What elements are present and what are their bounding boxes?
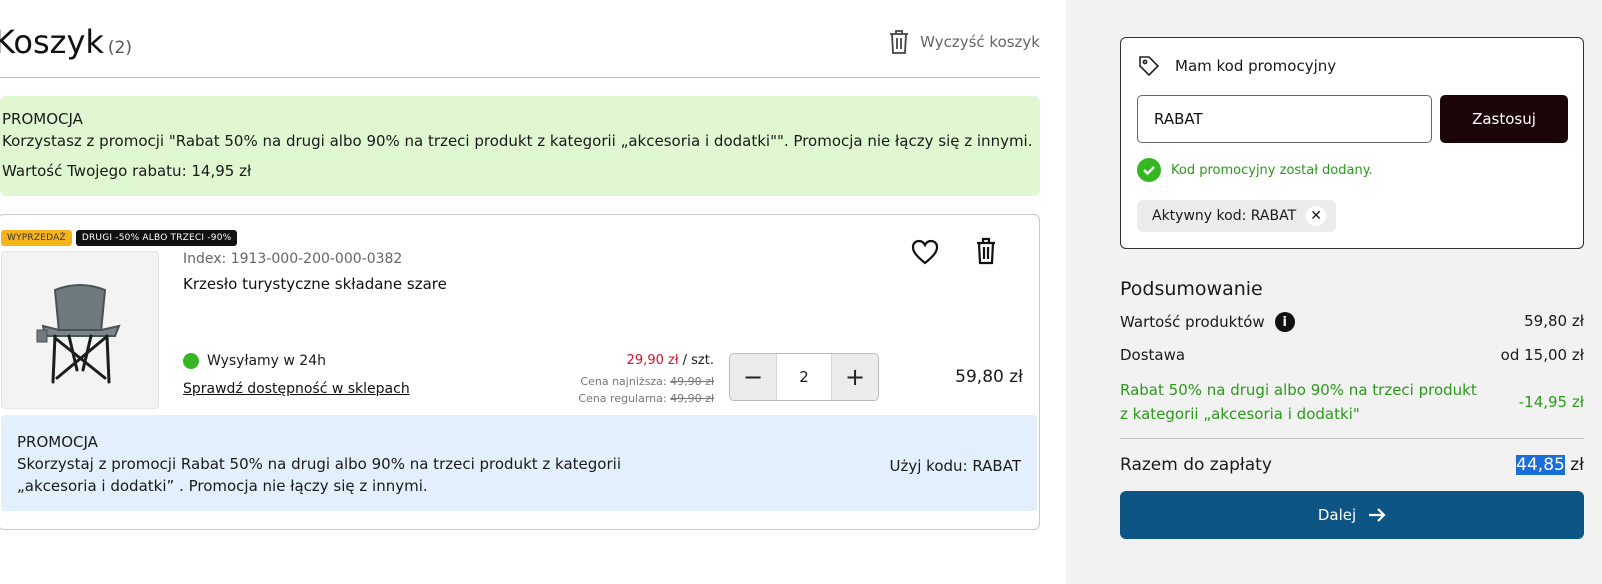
cart-title-text: Koszyk	[0, 23, 104, 61]
product-image[interactable]	[1, 251, 159, 409]
unit-price-value: 29,90 zł	[626, 353, 679, 368]
products-value-label: Wartość produktów	[1120, 313, 1265, 331]
info-icon[interactable]: i	[1274, 312, 1295, 332]
item-promotion-banner: PROMOCJA Skorzystaj z promocji Rabat 50%…	[1, 415, 1037, 511]
arrow-right-icon	[1369, 508, 1386, 522]
discount-label: Rabat 50% na drugi albo 90% na trzeci pr…	[1120, 381, 1477, 423]
quantity-value[interactable]: 2	[776, 354, 832, 400]
cart-item: WYPRZEDAŻ DRUGI -50% ALBO TRZECI -90% In…	[0, 214, 1040, 530]
order-summary: Podsumowanie Wartość produktów i 59,80 zł…	[1120, 278, 1584, 539]
total-label: Razem do zapłaty	[1120, 455, 1272, 475]
page-title: Koszyk (2)	[0, 22, 132, 68]
next-button[interactable]: Dalej	[1120, 491, 1584, 539]
tag-icon	[1139, 56, 1160, 77]
quantity-stepper: − 2 +	[729, 353, 879, 401]
shipping-text: Wysyłamy w 24h	[207, 353, 326, 369]
summary-title: Podsumowanie	[1120, 278, 1263, 300]
lowest-price-label: Cena najniższa:	[580, 375, 667, 388]
total-currency: zł	[1564, 455, 1584, 475]
cart-page: Koszyk (2) Wyczyść koszyk PROMOCJA Korzys…	[0, 0, 1602, 584]
total-row: Razem do zapłaty 44,85 zł	[1120, 455, 1584, 475]
cart-main: Koszyk (2) Wyczyść koszyk PROMOCJA Korzys…	[0, 0, 1066, 584]
promo-code-header-label: Mam kod promocyjny	[1175, 57, 1337, 75]
promo-code-header: Mam kod promocyjny	[1137, 54, 1336, 78]
discount-value: -14,95 zł	[1518, 393, 1584, 411]
order-sidebar: Mam kod promocyjny Zastosuj Kod promocyj…	[1066, 0, 1602, 584]
camping-chair-image	[36, 284, 121, 384]
apply-promo-button[interactable]: Zastosuj	[1440, 95, 1568, 143]
trash-icon	[890, 30, 909, 54]
unit-price-suffix: / szt.	[678, 353, 714, 368]
promo-code-box: Mam kod promocyjny Zastosuj Kod promocyj…	[1120, 37, 1584, 249]
regular-price-value: 49,90 zł	[670, 392, 714, 405]
clear-cart-label: Wyczyść koszyk	[920, 33, 1040, 51]
product-index: Index: 1913-000-200-000-0382	[183, 251, 403, 267]
products-value: 59,80 zł	[1524, 312, 1584, 330]
decrease-quantity-button[interactable]: −	[730, 354, 776, 400]
active-promotion-banner: PROMOCJA Korzystasz z promocji "Rabat 50…	[0, 96, 1040, 196]
heart-icon[interactable]	[911, 239, 939, 265]
clear-cart-button[interactable]: Wyczyść koszyk	[888, 29, 1040, 55]
success-check-icon	[1137, 158, 1161, 182]
remove-code-close-icon[interactable]: ✕	[1306, 206, 1327, 226]
product-name[interactable]: Krzesło turystyczne składane szare	[183, 275, 447, 293]
promotion-text: Korzystasz z promocji "Rabat 50% na drug…	[2, 132, 1033, 150]
cart-count: (2)	[107, 38, 132, 58]
check-store-availability-link[interactable]: Sprawdź dostępność w sklepach	[183, 381, 410, 397]
product-badges: WYPRZEDAŻ DRUGI -50% ALBO TRZECI -90%	[1, 230, 238, 246]
next-button-label: Dalej	[1317, 506, 1357, 524]
lowest-price-value: 49,90 zł	[670, 375, 714, 388]
shipping-info: Wysyłamy w 24h	[183, 353, 326, 369]
item-total-price: 59,80 zł	[955, 367, 1023, 387]
promo-code-input[interactable]	[1137, 95, 1432, 143]
cart-header: Koszyk (2) Wyczyść koszyk	[0, 22, 1040, 78]
delivery-label: Dostawa	[1120, 346, 1186, 364]
regular-price-label: Cena regularna:	[578, 392, 667, 405]
increase-quantity-button[interactable]: +	[832, 354, 878, 400]
sale-badge: WYPRZEDAŻ	[1, 230, 72, 246]
availability-dot-icon	[183, 353, 199, 369]
active-code-chip: Aktywny kod: RABAT ✕	[1137, 200, 1337, 232]
lowest-price: Cena najniższa: 49,90 zł	[580, 375, 714, 388]
remove-item-trash-icon[interactable]	[975, 237, 997, 265]
total-amount: 44,85	[1516, 455, 1565, 475]
promo-success-text: Kod promocyjny został dodany.	[1171, 162, 1373, 178]
item-promotion-title: PROMOCJA	[17, 433, 98, 451]
promotion-code-hint: Użyj kodu: RABAT	[889, 457, 1021, 475]
promotion-title: PROMOCJA	[2, 110, 83, 128]
regular-price: Cena regularna: 49,90 zł	[578, 392, 714, 405]
promo-badge: DRUGI -50% ALBO TRZECI -90%	[75, 230, 238, 246]
unit-price: 29,90 zł / szt.	[627, 353, 714, 368]
delivery-row: Dostawa od 15,00 zł	[1120, 346, 1584, 364]
products-value-row: Wartość produktów i 59,80 zł	[1120, 312, 1584, 332]
delivery-value: od 15,00 zł	[1500, 346, 1584, 364]
discount-value-text: Wartość Twojego rabatu: 14,95 zł	[2, 162, 252, 180]
item-promotion-text: Skorzystaj z promocji Rabat 50% na drugi…	[17, 455, 621, 495]
promo-success-message: Kod promocyjny został dodany.	[1137, 158, 1373, 182]
active-code-label: Aktywny kod: RABAT	[1152, 208, 1297, 224]
total-value: 44,85 zł	[1516, 455, 1584, 475]
discount-row: Rabat 50% na drugi albo 90% na trzeci pr…	[1120, 378, 1584, 439]
